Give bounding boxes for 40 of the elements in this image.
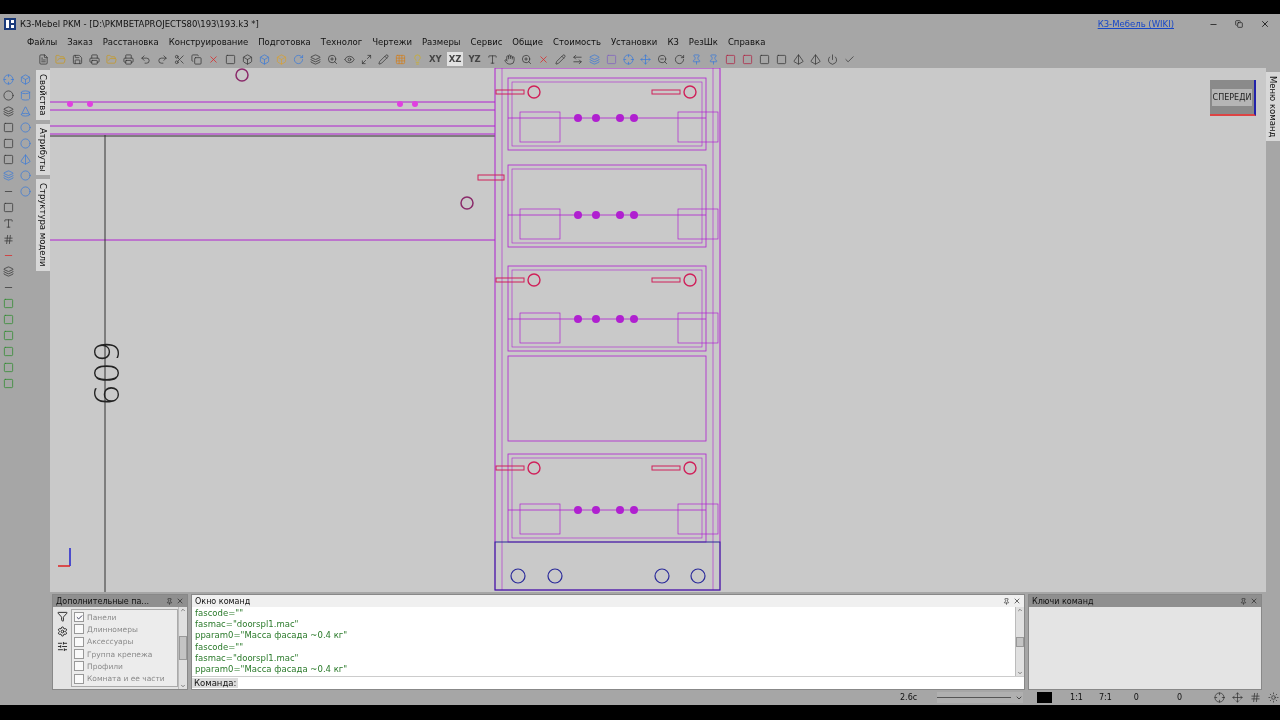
menu-item[interactable]: Технолог (315, 37, 368, 47)
menu-item[interactable]: Чертежи (367, 37, 417, 47)
dimension-label: 609 (86, 340, 127, 406)
menu-item[interactable]: Стоимость (548, 37, 606, 47)
view-plane-button[interactable]: XZ (446, 52, 464, 66)
menu-item[interactable]: РезШк (683, 37, 723, 47)
side-tab[interactable]: Атрибуты (36, 123, 50, 176)
coordinate-text: 0 (1133, 693, 1139, 702)
panel-title: Ключи команд (1032, 596, 1095, 606)
ratio-text: 1:1 (1070, 693, 1083, 702)
ratio-text: 7:1 (1098, 693, 1112, 702)
menu-item[interactable]: Конструирование (163, 37, 254, 47)
menu-item[interactable]: Заказ (62, 37, 98, 47)
coordinate-text: 0 (1176, 693, 1182, 702)
view-plane-button[interactable]: YZ (466, 52, 483, 66)
menu-item[interactable]: Установки (605, 37, 663, 47)
menu-item[interactable]: Файлы (22, 37, 63, 47)
menu-item[interactable]: К3 (662, 37, 684, 47)
view-plane-button[interactable]: XY (427, 52, 444, 66)
menu-item[interactable]: Общие (507, 37, 549, 47)
command-output-line: pparam0="Масса фасада ~0.4 кг" (195, 664, 349, 676)
menu-item[interactable]: Расстановка (97, 37, 164, 47)
menu-item[interactable]: Справка (722, 37, 771, 47)
menu-item[interactable]: Подготовка (253, 37, 316, 47)
command-output-line: fascode="" (195, 608, 245, 620)
side-tab[interactable]: Структура модели (36, 179, 50, 271)
command-prompt-label: Команда: (192, 678, 239, 688)
menu-item[interactable]: Сервис (465, 37, 508, 47)
panel-title: Дополнительные па... (56, 596, 150, 606)
view-cube[interactable]: СПЕРЕДИ (1210, 80, 1256, 116)
command-output-line: fasmac="doorspl1.mac" (195, 619, 300, 631)
panel-title: Окно команд (195, 596, 252, 606)
side-tab[interactable]: Свойства (36, 70, 50, 120)
side-tab[interactable]: Меню команд (1266, 72, 1280, 142)
scale-text: 2.6c (900, 693, 918, 702)
command-output-line: fascode="" (195, 641, 245, 653)
window-title: К3-Mebel PKM - [D:\PKMBETAPROJECTS80\193\193.k3 *] (20, 19, 260, 29)
menu-item[interactable]: Размеры (416, 37, 466, 47)
command-output-line: fasmac="doorspl1.mac" (195, 652, 300, 664)
command-output-line: pparam0="Масса фасада ~0.4 кг" (195, 630, 349, 642)
